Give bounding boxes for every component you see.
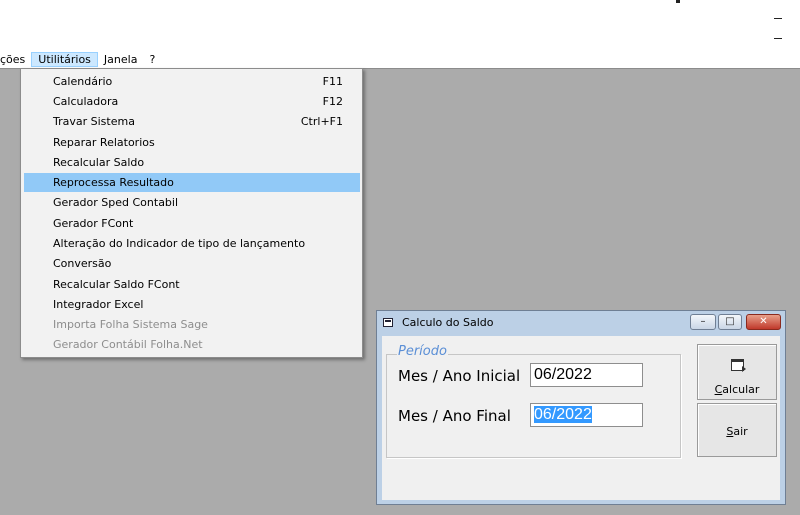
menu-item-importa-folha-sage: Importa Folha Sistema Sage: [53, 318, 208, 331]
menu-item-gerador-sped-contabil[interactable]: Gerador Sped Contabil: [24, 193, 360, 212]
shortcut-label: Ctrl+F1: [300, 115, 343, 128]
menu-item-integrador-excel[interactable]: Integrador Excel: [24, 295, 360, 314]
shortcut-label: F11: [322, 75, 343, 88]
selected-text: 06/2022: [534, 406, 592, 423]
menu-item-calendario[interactable]: Calendário F11: [24, 72, 360, 91]
menu-item-gerador-contabil-folha: Gerador Contábil Folha.Net: [53, 338, 203, 351]
calculo-saldo-dialog: Calculo do Saldo – □ ✕ Período Mes / Ano…: [376, 310, 786, 505]
menu-item-gerador-fcont[interactable]: Gerador FCont: [24, 214, 360, 233]
menu-utilitarios[interactable]: Utilitários: [31, 51, 98, 67]
shortcut-label: F12: [322, 95, 343, 108]
minimize-button[interactable]: –: [690, 314, 716, 330]
menu-opcoes[interactable]: ções: [0, 52, 31, 67]
dialog-title: Calculo do Saldo: [402, 316, 494, 329]
mdi-minimize-icon[interactable]: [774, 38, 782, 39]
menu-item-recalcular-saldo[interactable]: Recalcular Saldo: [24, 153, 360, 172]
sair-button[interactable]: Sair: [697, 403, 777, 457]
sair-label: Sair: [726, 425, 748, 438]
menu-item-travar-sistema[interactable]: Travar Sistema Ctrl+F1: [24, 112, 360, 131]
utilitarios-dropdown: Calendário F11 Calculadora F12 Travar Si…: [20, 68, 363, 358]
menu-item-reprocessa-resultado[interactable]: Reprocessa Resultado: [24, 173, 360, 192]
dialog-title-bar[interactable]: Calculo do Saldo – □ ✕: [377, 311, 785, 335]
menu-item-conversao[interactable]: Conversão: [24, 254, 360, 273]
window-edge-mark: [676, 0, 680, 3]
maximize-button[interactable]: □: [718, 314, 742, 330]
app-minimize-icon[interactable]: [774, 18, 782, 19]
periodo-group-label: Período: [397, 344, 448, 360]
start-period-input[interactable]: 06/2022: [530, 363, 643, 387]
menu-item-alteracao-indicador[interactable]: Alteração do Indicador de tipo de lançam…: [24, 234, 360, 253]
menu-bar: ções Utilitários Janela ?: [0, 51, 161, 67]
menu-item-reparar-relatorios[interactable]: Reparar Relatorios: [24, 133, 360, 152]
calcular-label: Calcular: [714, 383, 760, 396]
menu-item-calculadora[interactable]: Calculadora F12: [24, 92, 360, 111]
start-period-label: Mes / Ano Inicial: [398, 367, 521, 385]
dialog-client-area: Período Mes / Ano Inicial 06/2022 Mes / …: [382, 336, 780, 500]
app-top-area: ções Utilitários Janela ?: [0, 0, 800, 69]
close-button[interactable]: ✕: [746, 314, 781, 330]
menu-help[interactable]: ?: [143, 52, 161, 67]
menu-janela[interactable]: Janela: [98, 52, 144, 67]
end-period-input[interactable]: 06/2022: [530, 403, 643, 427]
window-icon: [383, 318, 393, 327]
end-period-label: Mes / Ano Final: [398, 407, 511, 425]
calculate-icon: [731, 359, 746, 372]
calcular-button[interactable]: Calcular: [697, 344, 777, 400]
menu-item-recalcular-saldo-fcont[interactable]: Recalcular Saldo FCont: [24, 275, 360, 294]
